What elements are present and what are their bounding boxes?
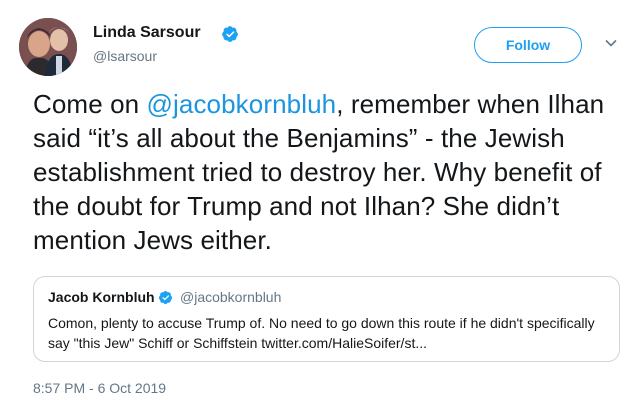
tweet-timestamp[interactable]: 8:57 PM - 6 Oct 2019 <box>33 380 166 396</box>
quoted-author-name: Jacob Kornbluh <box>48 289 155 305</box>
quoted-tweet[interactable]: Jacob Kornbluh @jacobkornbluh Comon, ple… <box>33 276 620 362</box>
quoted-author-handle: @jacobkornbluh <box>180 289 282 305</box>
verified-badge-icon <box>222 26 238 42</box>
chevron-down-icon[interactable] <box>604 36 618 50</box>
tweet-text-part: Come on <box>33 89 147 119</box>
verified-badge-icon <box>158 290 173 305</box>
mention-link[interactable]: @jacobkornbluh <box>147 89 337 119</box>
author-name[interactable]: Linda Sarsour <box>93 24 201 42</box>
author-handle[interactable]: @lsarsour <box>93 48 157 64</box>
tweet-text: Come on @jacobkornbluh, remember when Il… <box>33 87 623 257</box>
quoted-tweet-text: Comon, plenty to accuse Trump of. No nee… <box>48 315 595 351</box>
avatar[interactable] <box>19 18 77 76</box>
follow-button[interactable]: Follow <box>474 27 582 63</box>
